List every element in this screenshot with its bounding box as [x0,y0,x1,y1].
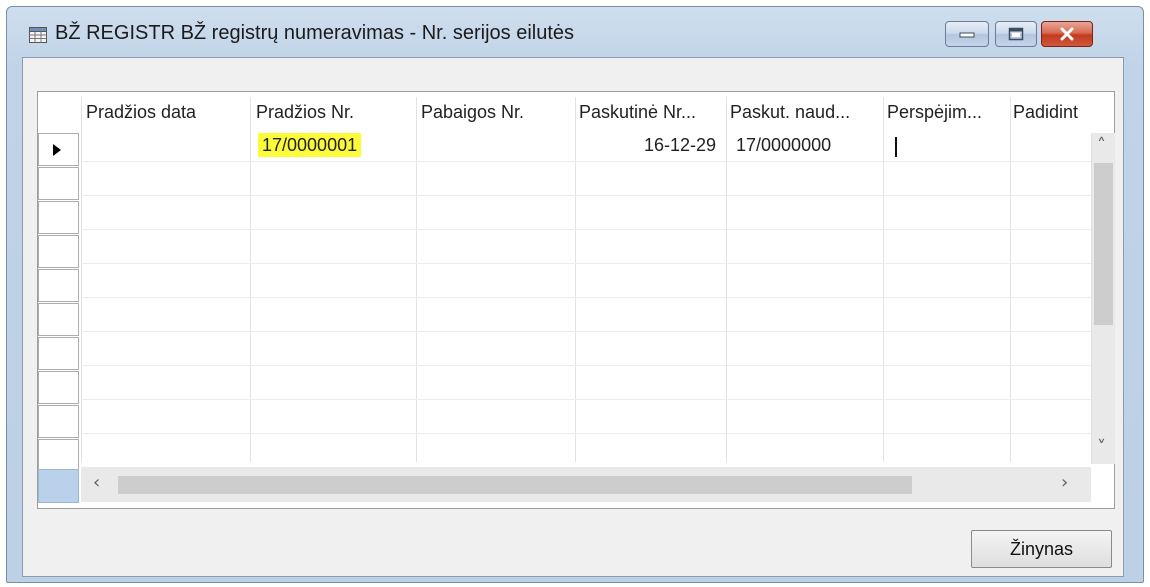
scroll-left-icon[interactable]: ‹ [93,474,100,492]
row-selector[interactable] [38,167,79,200]
cell-paskut-naud[interactable]: 17/0000000 [732,133,845,157]
scroll-right-icon[interactable]: › [1061,474,1068,492]
window-title: BŽ REGISTR BŽ registrų numeravimas - Nr.… [55,22,575,44]
close-icon [1060,27,1074,41]
column-header-perspejim[interactable]: Perspėjim... [887,102,982,123]
row-divider [81,331,1091,332]
scroll-down-icon[interactable]: ˅ [1097,439,1106,457]
column-divider [416,97,417,462]
zinynas-button[interactable]: Žinynas [971,530,1112,568]
cell-pradzios-nr[interactable]: 17/0000001 [258,133,362,157]
dialog-window: BŽ REGISTR BŽ registrų numeravimas - Nr.… [6,6,1144,583]
current-row-arrow-icon [53,144,61,156]
title-bar[interactable]: BŽ REGISTR BŽ registrų numeravimas - Nr.… [7,7,1143,57]
row-divider [81,399,1091,400]
row-selector[interactable] [38,337,79,370]
column-divider [81,97,82,462]
table-icon [29,27,47,43]
cell-paskutine-nr[interactable]: 16-12-29 [644,133,716,157]
row-selector[interactable] [38,269,79,302]
table-corner [38,469,79,503]
row-selector[interactable] [38,303,79,336]
column-header-paskutine-nr[interactable]: Paskutinė Nr... [579,102,696,123]
column-header-pradzios-data[interactable]: Pradžios data [86,102,196,123]
row-divider [81,195,1091,196]
text-cursor [895,137,897,157]
scroll-up-icon[interactable]: ˄ [1097,137,1106,155]
maximize-button[interactable] [995,21,1037,47]
column-divider [250,97,251,462]
horizontal-scroll-thumb[interactable] [118,476,912,494]
column-divider [726,97,727,462]
column-header-paskut-naud[interactable]: Paskut. naud... [730,102,850,123]
row-selector[interactable] [38,235,79,268]
vertical-scroll-thumb[interactable] [1094,163,1113,325]
minimize-button[interactable] [945,21,989,47]
row-divider [81,263,1091,264]
row-selector[interactable] [38,201,79,234]
row-selector[interactable] [38,133,79,166]
minimize-icon [959,32,975,38]
maximize-icon [1008,27,1024,41]
column-header-pabaigos-nr[interactable]: Pabaigos Nr. [421,102,524,123]
horizontal-scrollbar[interactable]: ‹ › [81,467,1091,502]
row-selector[interactable] [38,371,79,404]
row-divider [81,433,1091,434]
row-selector[interactable] [38,405,79,438]
close-button[interactable] [1041,21,1093,47]
column-header-pradzios-nr[interactable]: Pradžios Nr. [256,102,354,123]
row-divider [81,365,1091,366]
series-lines-table[interactable]: Pradžios data Pradžios Nr. Pabaigos Nr. … [37,91,1115,509]
cell-perspejim[interactable] [887,133,1007,157]
column-divider [883,97,884,462]
column-divider [575,97,576,462]
row-divider [81,161,1091,162]
column-divider [1010,97,1011,462]
column-header-padidint[interactable]: Padidint [1013,102,1078,123]
row-selector[interactable] [38,439,79,472]
row-divider [81,297,1091,298]
vertical-scrollbar[interactable]: ˄ ˅ [1091,133,1115,464]
row-divider [81,229,1091,230]
dialog-client-area: Pradžios data Pradžios Nr. Pabaigos Nr. … [22,57,1124,577]
